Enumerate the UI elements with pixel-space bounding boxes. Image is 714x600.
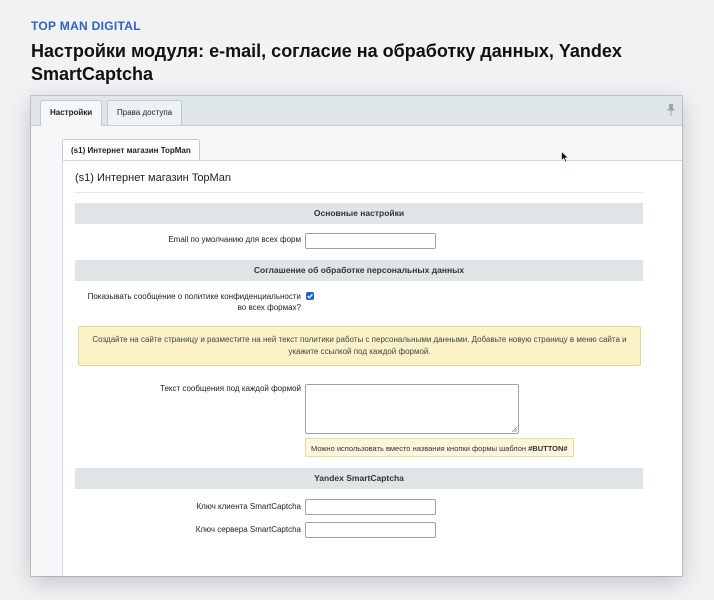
- divider: [75, 192, 643, 193]
- show-policy-label: Показывать сообщение о политике конфиден…: [88, 291, 301, 313]
- mouse-cursor-icon: [561, 151, 570, 163]
- settings-window: Настройки Права доступа (s1) Интернет ма…: [31, 96, 682, 576]
- top-tab-bar: Настройки Права доступа: [31, 96, 682, 126]
- button-template-hint: Можно использовать вместо названия кнопк…: [305, 438, 574, 457]
- section-captcha: Yandex SmartCaptcha: [75, 468, 643, 489]
- email-input[interactable]: [305, 233, 436, 249]
- client-key-input[interactable]: [305, 499, 436, 515]
- hint-text: Можно использовать вместо названия кнопк…: [311, 444, 529, 453]
- email-label: Email по умолчанию для всех форм: [168, 235, 301, 244]
- section-consent: Соглашение об обработке персональных дан…: [75, 260, 643, 281]
- checkmark-icon: [307, 293, 313, 299]
- show-policy-label-line1: Показывать сообщение о политике конфиден…: [87, 292, 301, 301]
- page-title: Настройки модуля: e-mail, согласие на об…: [31, 41, 622, 84]
- server-key-label: Ключ сервера SmartCaptcha: [195, 525, 301, 534]
- server-key-input[interactable]: [305, 522, 436, 538]
- tab-site-s1[interactable]: (s1) Интернет магазин TopMan: [62, 139, 200, 161]
- pin-icon[interactable]: [666, 104, 676, 116]
- show-policy-checkbox[interactable]: [306, 292, 314, 300]
- section-main-settings: Основные настройки: [75, 203, 643, 224]
- hint-code: #BUTTON#: [528, 444, 568, 453]
- site-heading: (s1) Интернет магазин TopMan: [75, 172, 231, 184]
- show-policy-label-line2: во всех формах?: [237, 303, 301, 312]
- client-key-label: Ключ клиента SmartCaptcha: [196, 502, 301, 511]
- tab-access-rights[interactable]: Права доступа: [107, 100, 183, 125]
- policy-notice: Создайте на сайте страницу и разместите …: [78, 326, 641, 366]
- brand-label: TOP MAN DIGITAL: [31, 19, 141, 33]
- message-text-label: Текст сообщения под каждой формой: [160, 384, 301, 393]
- tab-settings[interactable]: Настройки: [40, 100, 103, 126]
- message-textarea[interactable]: [305, 384, 519, 434]
- resize-handle-icon[interactable]: [511, 426, 517, 432]
